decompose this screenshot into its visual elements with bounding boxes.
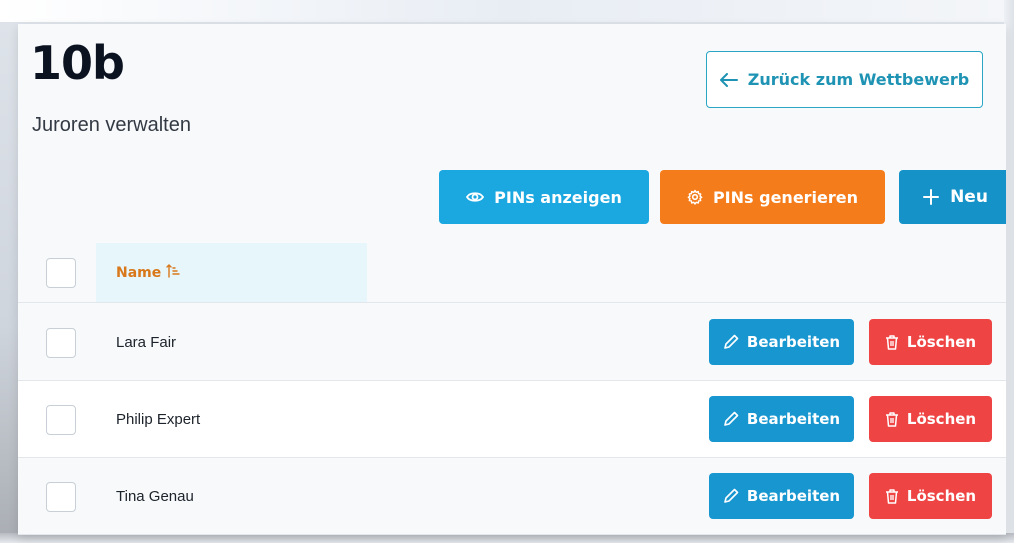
edit-button-label: Bearbeiten (746, 410, 841, 428)
row-checkbox[interactable] (46, 482, 76, 512)
trash-icon (885, 411, 899, 427)
edit-button[interactable]: Bearbeiten (709, 473, 854, 519)
table-header: Name (18, 243, 1006, 303)
new-button-label: Neu (950, 187, 988, 207)
row-checkbox[interactable] (46, 405, 76, 435)
sort-ascending-icon (166, 263, 180, 282)
juror-name: Philip Expert (116, 411, 201, 428)
page-subtitle: Juroren verwalten (32, 114, 191, 136)
trash-icon (885, 334, 899, 350)
plus-icon (922, 188, 940, 206)
delete-button-label: Löschen (906, 410, 977, 428)
back-button-label: Zurück zum Wettbewerb (747, 70, 970, 89)
new-juror-button[interactable]: Neu (899, 170, 1006, 224)
delete-button-label: Löschen (906, 487, 977, 505)
edit-button-label: Bearbeiten (746, 333, 841, 351)
table-row: Philip Expert Bearbeiten Löschen (18, 381, 1006, 458)
show-pins-button[interactable]: PINs anzeigen (439, 170, 649, 224)
edit-button[interactable]: Bearbeiten (709, 396, 854, 442)
pencil-icon (723, 334, 739, 350)
generate-pins-label: PINs generieren (712, 187, 859, 207)
edit-button[interactable]: Bearbeiten (709, 319, 854, 365)
table-row: Lara Fair Bearbeiten Löschen (18, 304, 1006, 381)
juror-name: Lara Fair (116, 334, 177, 351)
eye-icon (466, 190, 485, 204)
pencil-icon (723, 411, 739, 427)
juror-name: Tina Genau (116, 488, 194, 505)
delete-button[interactable]: Löschen (869, 319, 992, 365)
delete-button[interactable]: Löschen (869, 396, 992, 442)
generate-pins-button[interactable]: PINs generieren (660, 170, 885, 224)
name-column-label: Name (116, 264, 162, 281)
pencil-icon (723, 488, 739, 504)
arrow-left-icon (719, 72, 738, 87)
gear-icon (687, 189, 703, 205)
delete-button[interactable]: Löschen (869, 473, 992, 519)
edit-button-label: Bearbeiten (746, 487, 841, 505)
name-column-header[interactable]: Name (96, 243, 367, 302)
show-pins-label: PINs anzeigen (494, 187, 622, 207)
table-row: Tina Genau Bearbeiten Löschen (18, 458, 1006, 535)
page-title: 10b (30, 36, 125, 90)
row-checkbox[interactable] (46, 328, 76, 358)
window-top-edge (0, 0, 1014, 22)
trash-icon (885, 488, 899, 504)
jurors-panel: 10b Juroren verwalten Zurück zum Wettbew… (18, 24, 1006, 535)
back-to-competition-button[interactable]: Zurück zum Wettbewerb (706, 51, 983, 108)
select-all-checkbox[interactable] (46, 258, 76, 288)
delete-button-label: Löschen (906, 333, 977, 351)
